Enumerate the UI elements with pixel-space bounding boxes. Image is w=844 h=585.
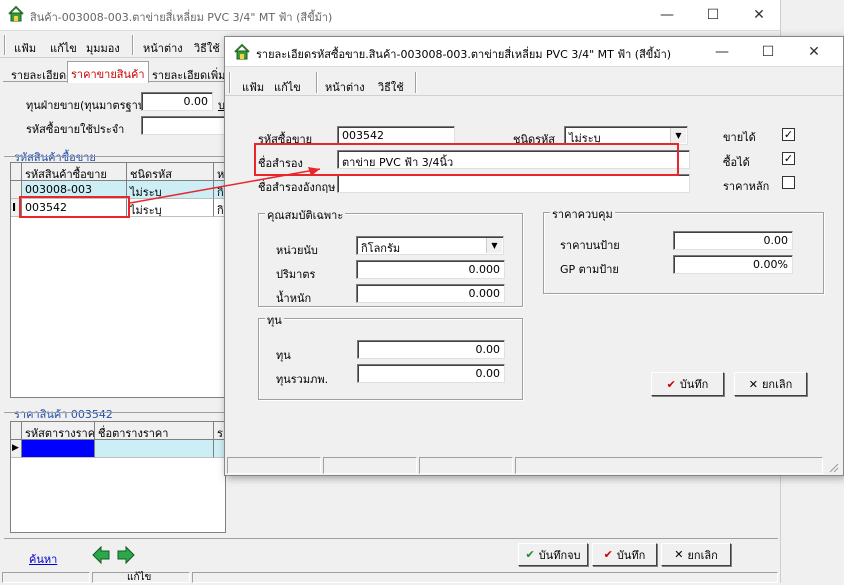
- resize-grip-icon[interactable]: [827, 461, 839, 473]
- alt-name-en-field[interactable]: [337, 174, 690, 193]
- gp-field[interactable]: 0.00%: [673, 255, 793, 274]
- annotation-box-grid-row: [19, 196, 130, 218]
- menu-window[interactable]: หน้าต่าง: [143, 39, 183, 57]
- unit-label: หน่วยนับ: [276, 244, 318, 257]
- dialog-save-label: บันทึก: [679, 378, 709, 391]
- tab-selling-price[interactable]: ราคาขายสินค้า: [67, 61, 149, 83]
- weight-label: น้ำหนัก: [276, 292, 312, 305]
- cancel-button[interactable]: ✕ ยกเลิก: [661, 543, 731, 566]
- buyer-code-label: รหัสซื้อขายใช้ประจำ: [26, 123, 125, 136]
- dialog-status-cell: [323, 457, 417, 474]
- dialog-menu-help[interactable]: วิธีใช้: [378, 78, 404, 96]
- cost-group-title: ทุน: [265, 311, 284, 329]
- dialog-menu-window[interactable]: หน้าต่าง: [325, 78, 365, 96]
- dialog-cost-field[interactable]: 0.00: [357, 340, 505, 359]
- dialog-menu-edit[interactable]: แก้ไข: [274, 78, 301, 96]
- chevron-down-icon[interactable]: ▼: [670, 128, 686, 143]
- gp-label: GP ตามป้าย: [560, 263, 619, 276]
- unit-select[interactable]: กิโลกรัม ▼: [356, 236, 504, 255]
- annotation-arrow: [129, 167, 321, 204]
- save-close-label: บันทึกจบ: [538, 548, 581, 562]
- table-cell-selected[interactable]: [22, 440, 95, 458]
- column-header[interactable]: รหัสตารางราคา: [22, 422, 95, 440]
- main-price-checkbox[interactable]: [782, 176, 795, 189]
- check-icon: ✔: [603, 548, 613, 561]
- control-price-group: ราคาควบคุม ราคาบนป้าย 0.00 GP ตามป้าย 0.…: [543, 205, 824, 294]
- next-arrow-icon[interactable]: [116, 545, 136, 565]
- main-titlebar: สินค้า-003008-003.ตาข่ายสี่เหลี่ยม PVC 3…: [0, 0, 780, 30]
- dialog-minimize-button[interactable]: —: [699, 37, 745, 66]
- dialog-status-cell: [227, 457, 321, 474]
- menu-edit[interactable]: แก้ไข: [50, 39, 77, 57]
- menu-help[interactable]: วิธีใช้: [194, 39, 220, 57]
- can-buy-label: ซื้อได้: [723, 156, 750, 169]
- search-link[interactable]: ค้นหา: [29, 550, 57, 568]
- bottom-divider: [4, 538, 778, 539]
- prev-arrow-icon[interactable]: [91, 545, 111, 565]
- unit-value: กิโลกรัม: [361, 242, 401, 255]
- can-sell-checkbox[interactable]: ✓: [782, 128, 795, 141]
- cost-label: ทุนฝ่ายขาย(ทุนมาตรฐาน): [26, 99, 150, 112]
- column-header[interactable]: ชื่อตารางราคา: [95, 422, 214, 440]
- check-icon: ✔: [666, 377, 676, 391]
- dialog-cancel-button[interactable]: ✕ ยกเลิก: [734, 372, 807, 396]
- cost-field[interactable]: 0.00: [141, 92, 213, 111]
- cost-group: ทุน ทุน 0.00 ทุนรวมภพ. 0.00: [258, 311, 523, 400]
- column-header[interactable]: รหัสสินค้าซื้อขาย: [22, 163, 127, 181]
- status-cell: [192, 572, 778, 583]
- weight-field[interactable]: 0.000: [356, 284, 505, 303]
- menu-view[interactable]: มุมมอง: [86, 39, 120, 57]
- dialog-app-icon: [233, 43, 251, 61]
- dialog-cost-label: ทุน: [276, 349, 291, 362]
- save-label: บันทึก: [616, 548, 646, 562]
- tab-details[interactable]: รายละเอียด: [8, 63, 69, 87]
- dialog-menu-file[interactable]: แฟ้ม: [242, 78, 264, 96]
- dialog-title: รายละเอียดรหัสซื้อขาย.สินค้า-003008-003.…: [256, 48, 672, 61]
- main-price-label: ราคาหลัก: [723, 180, 770, 193]
- detail-dialog: รายละเอียดรหัสซื้อขาย.สินค้า-003008-003.…: [224, 36, 844, 476]
- tag-price-label: ราคาบนป้าย: [560, 239, 620, 252]
- minimize-button[interactable]: —: [644, 0, 690, 30]
- volume-field[interactable]: 0.000: [356, 260, 505, 279]
- cost-vat-label: ทุนรวมภพ.: [276, 373, 329, 386]
- volume-label: ปริมาตร: [276, 268, 316, 281]
- x-icon: ✕: [674, 548, 684, 561]
- control-price-group-title: ราคาควบคุม: [550, 205, 615, 223]
- double-check-icon: ✔: [525, 548, 535, 561]
- grid-corner: [11, 422, 22, 440]
- maximize-button[interactable]: ☐: [690, 0, 736, 30]
- main-window-title: สินค้า-003008-003.ตาข่ายสี่เหลี่ยม PVC 3…: [30, 11, 333, 24]
- tab-more-details[interactable]: รายละเอียดเพิ่ม: [149, 63, 228, 87]
- dialog-titlebar: รายละเอียดรหัสซื้อขาย.สินค้า-003008-003.…: [225, 37, 843, 66]
- tag-price-field[interactable]: 0.00: [673, 231, 793, 250]
- dialog-status-cell: [515, 457, 823, 474]
- row-indicator-arrow-icon: ▶: [11, 440, 22, 458]
- dialog-menubar: แฟ้ม แก้ไข หน้าต่าง วิธีใช้: [225, 66, 843, 96]
- app-icon: [7, 5, 25, 23]
- save-button[interactable]: ✔ บันทึก: [592, 543, 657, 566]
- dialog-close-button[interactable]: ✕: [791, 37, 837, 66]
- chevron-down-icon[interactable]: ▼: [486, 238, 502, 253]
- dialog-status-cell: [419, 457, 513, 474]
- grid-corner: [11, 163, 22, 181]
- table-cell[interactable]: [95, 440, 214, 458]
- price-section-divider: [4, 412, 226, 413]
- dialog-maximize-button[interactable]: ☐: [745, 37, 791, 66]
- buyer-code-field[interactable]: [141, 116, 225, 135]
- cost-vat-field[interactable]: 0.00: [357, 364, 505, 383]
- price-grid: รหัสตารางราคา ชื่อตารางราคา ร ▶: [10, 421, 227, 533]
- status-cell: แก้ไข: [92, 572, 190, 583]
- x-icon: ✕: [748, 377, 758, 391]
- close-button[interactable]: ✕: [736, 0, 782, 30]
- can-sell-label: ขายได้: [723, 131, 756, 144]
- save-close-button[interactable]: ✔ บันทึกจบ: [518, 543, 588, 566]
- can-buy-checkbox[interactable]: ✓: [782, 152, 795, 165]
- dialog-cancel-label: ยกเลิก: [761, 378, 793, 391]
- cancel-label: ยกเลิก: [687, 548, 718, 562]
- properties-group: คุณสมบัติเฉพาะ หน่วยนับ กิโลกรัม ▼ ปริมา…: [258, 206, 523, 307]
- menu-file[interactable]: แฟ้ม: [14, 39, 36, 57]
- dialog-save-button[interactable]: ✔ บันทึก: [651, 372, 724, 396]
- status-cell: [2, 572, 90, 583]
